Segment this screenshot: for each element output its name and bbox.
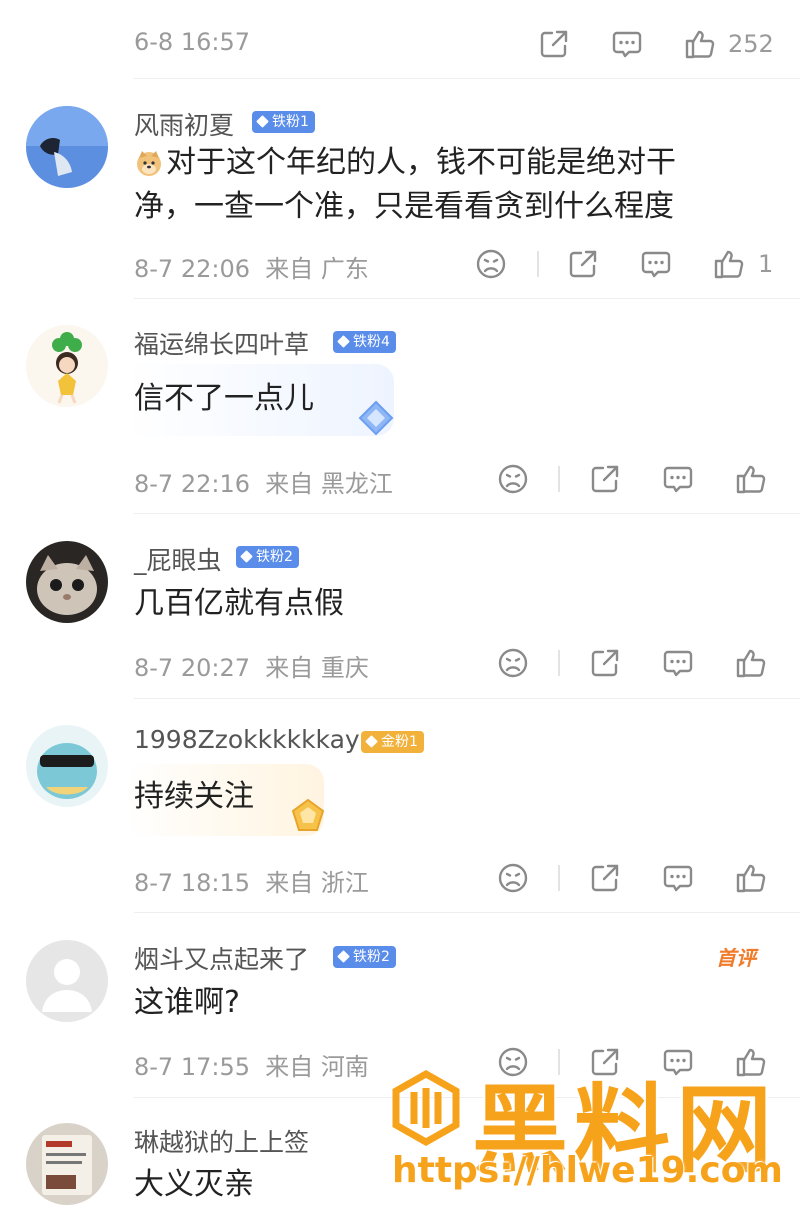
avatar[interactable] — [26, 106, 108, 188]
comment-icon[interactable] — [661, 462, 695, 496]
like-icon[interactable] — [734, 861, 768, 895]
comment-text-line2: 净，一查一个准，只是看看贪到什么程度 — [134, 189, 674, 224]
comment-icon[interactable] — [661, 646, 695, 680]
like-icon[interactable] — [734, 646, 768, 680]
fan-badge[interactable]: 金粉1 — [361, 731, 424, 753]
comment-time: 8-7 18:15 来自 浙江 — [134, 869, 369, 897]
gem-decoration-icon — [288, 796, 328, 836]
username[interactable]: 1998Zzokkkkkkay — [134, 725, 360, 754]
username[interactable]: 风雨初夏 — [134, 106, 234, 142]
avatar[interactable] — [26, 325, 108, 407]
dislike-icon[interactable] — [474, 247, 508, 281]
comment-time: 8-7 17:55 来自 河南 — [134, 1053, 369, 1081]
comment-icon[interactable] — [610, 27, 644, 61]
dislike-icon[interactable] — [496, 861, 530, 895]
first-comment-tag: 首评 — [716, 946, 756, 970]
divider — [558, 865, 560, 891]
dislike-icon[interactable] — [496, 646, 530, 680]
comment-time: 8-7 22:06 来自 广东 — [134, 255, 369, 283]
like-icon[interactable] — [712, 247, 746, 281]
share-icon[interactable] — [588, 861, 622, 895]
fan-badge[interactable]: 铁粉4 — [333, 331, 396, 353]
comment-time: 6-8 16:57 — [134, 28, 250, 56]
username[interactable]: 琳越狱的上上签 — [134, 1123, 309, 1159]
like-icon[interactable] — [683, 27, 717, 61]
share-icon[interactable] — [566, 247, 600, 281]
fan-badge[interactable]: 铁粉2 — [333, 946, 396, 968]
divider — [134, 78, 800, 79]
comment-time: 8-7 22:16 来自 黑龙江 — [134, 470, 393, 498]
comment-text: 持续关注 — [134, 779, 254, 814]
comment-text: 这谁啊? — [134, 985, 240, 1020]
share-icon[interactable] — [537, 27, 571, 61]
like-count: 252 — [728, 30, 774, 58]
doge-emoji-icon — [134, 148, 164, 178]
username[interactable]: _屁眼虫 — [134, 541, 222, 577]
username[interactable]: 福运绵长四叶草 — [134, 325, 309, 361]
watermark-logo-icon — [388, 1069, 464, 1147]
like-icon[interactable] — [734, 462, 768, 496]
divider — [134, 912, 800, 913]
share-icon[interactable] — [588, 462, 622, 496]
avatar[interactable] — [26, 541, 108, 623]
fan-badge[interactable]: 铁粉2 — [236, 546, 299, 568]
comment-text: 信不了一点儿 — [134, 381, 314, 416]
comment-location: 来自 河南 — [265, 1053, 369, 1081]
avatar[interactable] — [26, 940, 108, 1022]
username[interactable]: 烟斗又点起来了 — [134, 940, 309, 976]
comment-text: 几百亿就有点假 — [134, 586, 344, 621]
comment-text: 对于这个年纪的人，钱不可能是绝对干 — [166, 145, 676, 180]
comment-location: 来自 广东 — [265, 255, 369, 283]
divider — [537, 251, 539, 277]
avatar[interactable] — [26, 1123, 108, 1205]
comment-location: 来自 黑龙江 — [265, 470, 393, 498]
diamond-decoration-icon — [356, 398, 396, 438]
like-count: 1 — [758, 250, 774, 278]
share-icon[interactable] — [588, 646, 622, 680]
comment-text: 大义灭亲 — [134, 1167, 254, 1202]
divider — [558, 650, 560, 676]
avatar[interactable] — [26, 725, 108, 807]
comment-location: 来自 浙江 — [265, 869, 369, 897]
divider — [134, 513, 800, 514]
divider — [558, 466, 560, 492]
comment-location: 来自 重庆 — [265, 654, 369, 682]
comment-time: 8-7 20:27 来自 重庆 — [134, 654, 369, 682]
fan-badge[interactable]: 铁粉1 — [252, 111, 315, 133]
dislike-icon[interactable] — [496, 462, 530, 496]
comment-icon[interactable] — [661, 861, 695, 895]
divider — [134, 298, 800, 299]
watermark-url: https://hlwe19.com — [392, 1150, 783, 1191]
divider — [134, 698, 800, 699]
comment-icon[interactable] — [639, 247, 673, 281]
